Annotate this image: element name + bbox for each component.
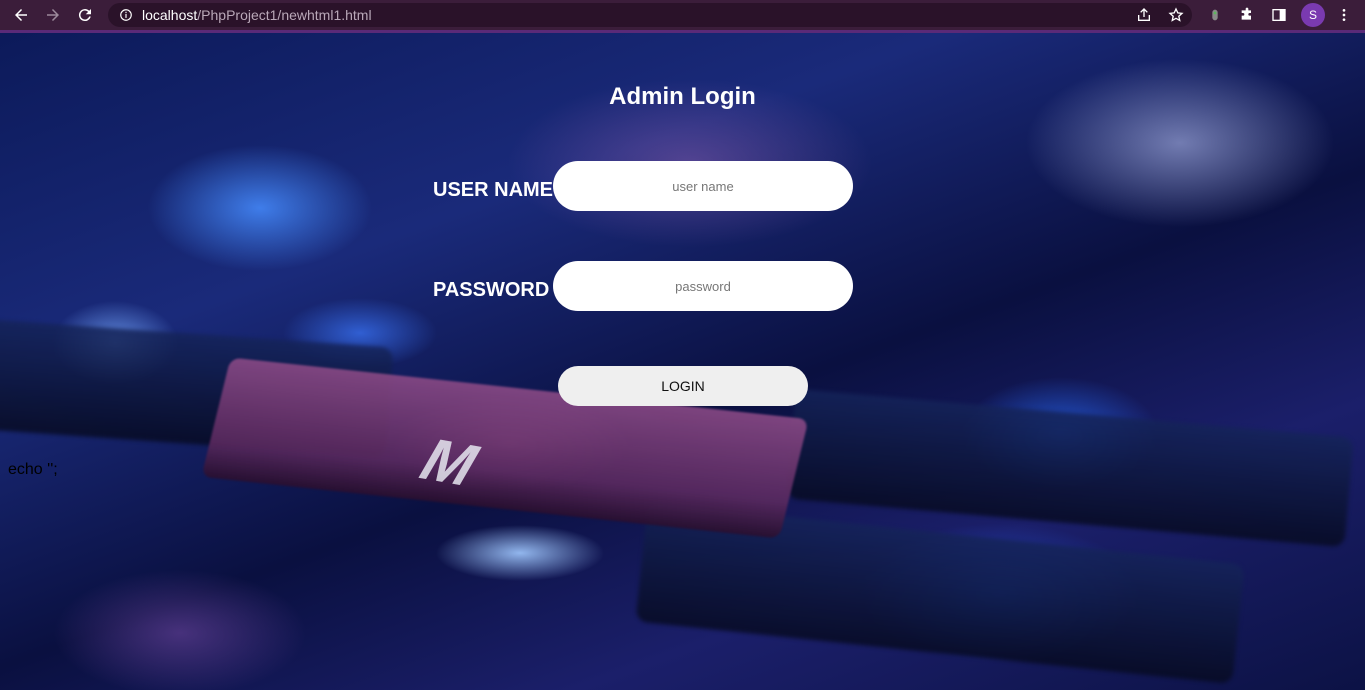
side-panel-icon[interactable] bbox=[1269, 5, 1289, 25]
page-title: Admin Login bbox=[609, 83, 756, 110]
star-icon[interactable] bbox=[1166, 5, 1186, 25]
reload-icon[interactable] bbox=[74, 4, 96, 26]
login-page: M Admin Login USER NAME PASSWORD LOGIN e… bbox=[0, 33, 1365, 690]
menu-icon[interactable] bbox=[1334, 5, 1354, 25]
back-icon[interactable] bbox=[10, 4, 32, 26]
echo-text: echo ''; bbox=[8, 461, 58, 478]
url-path: /PhpProject1/newhtml1.html bbox=[197, 7, 372, 23]
background-key bbox=[786, 388, 1354, 548]
url-text: localhost/PhpProject1/newhtml1.html bbox=[142, 7, 372, 23]
url-host: localhost bbox=[142, 7, 198, 23]
share-icon[interactable] bbox=[1134, 5, 1154, 25]
forward-icon[interactable] bbox=[42, 4, 64, 26]
avatar[interactable]: S bbox=[1301, 3, 1325, 27]
extension-icon[interactable] bbox=[1205, 5, 1225, 25]
username-input[interactable] bbox=[553, 161, 853, 211]
address-bar[interactable]: localhost/PhpProject1/newhtml1.html bbox=[108, 3, 1192, 27]
password-label: PASSWORD bbox=[433, 279, 550, 301]
username-label: USER NAME bbox=[433, 179, 554, 201]
puzzle-icon[interactable] bbox=[1237, 5, 1257, 25]
login-button[interactable]: LOGIN bbox=[558, 366, 808, 406]
browser-toolbar: localhost/PhpProject1/newhtml1.html S bbox=[0, 0, 1365, 33]
password-input[interactable] bbox=[553, 261, 853, 311]
info-icon[interactable] bbox=[119, 8, 133, 22]
